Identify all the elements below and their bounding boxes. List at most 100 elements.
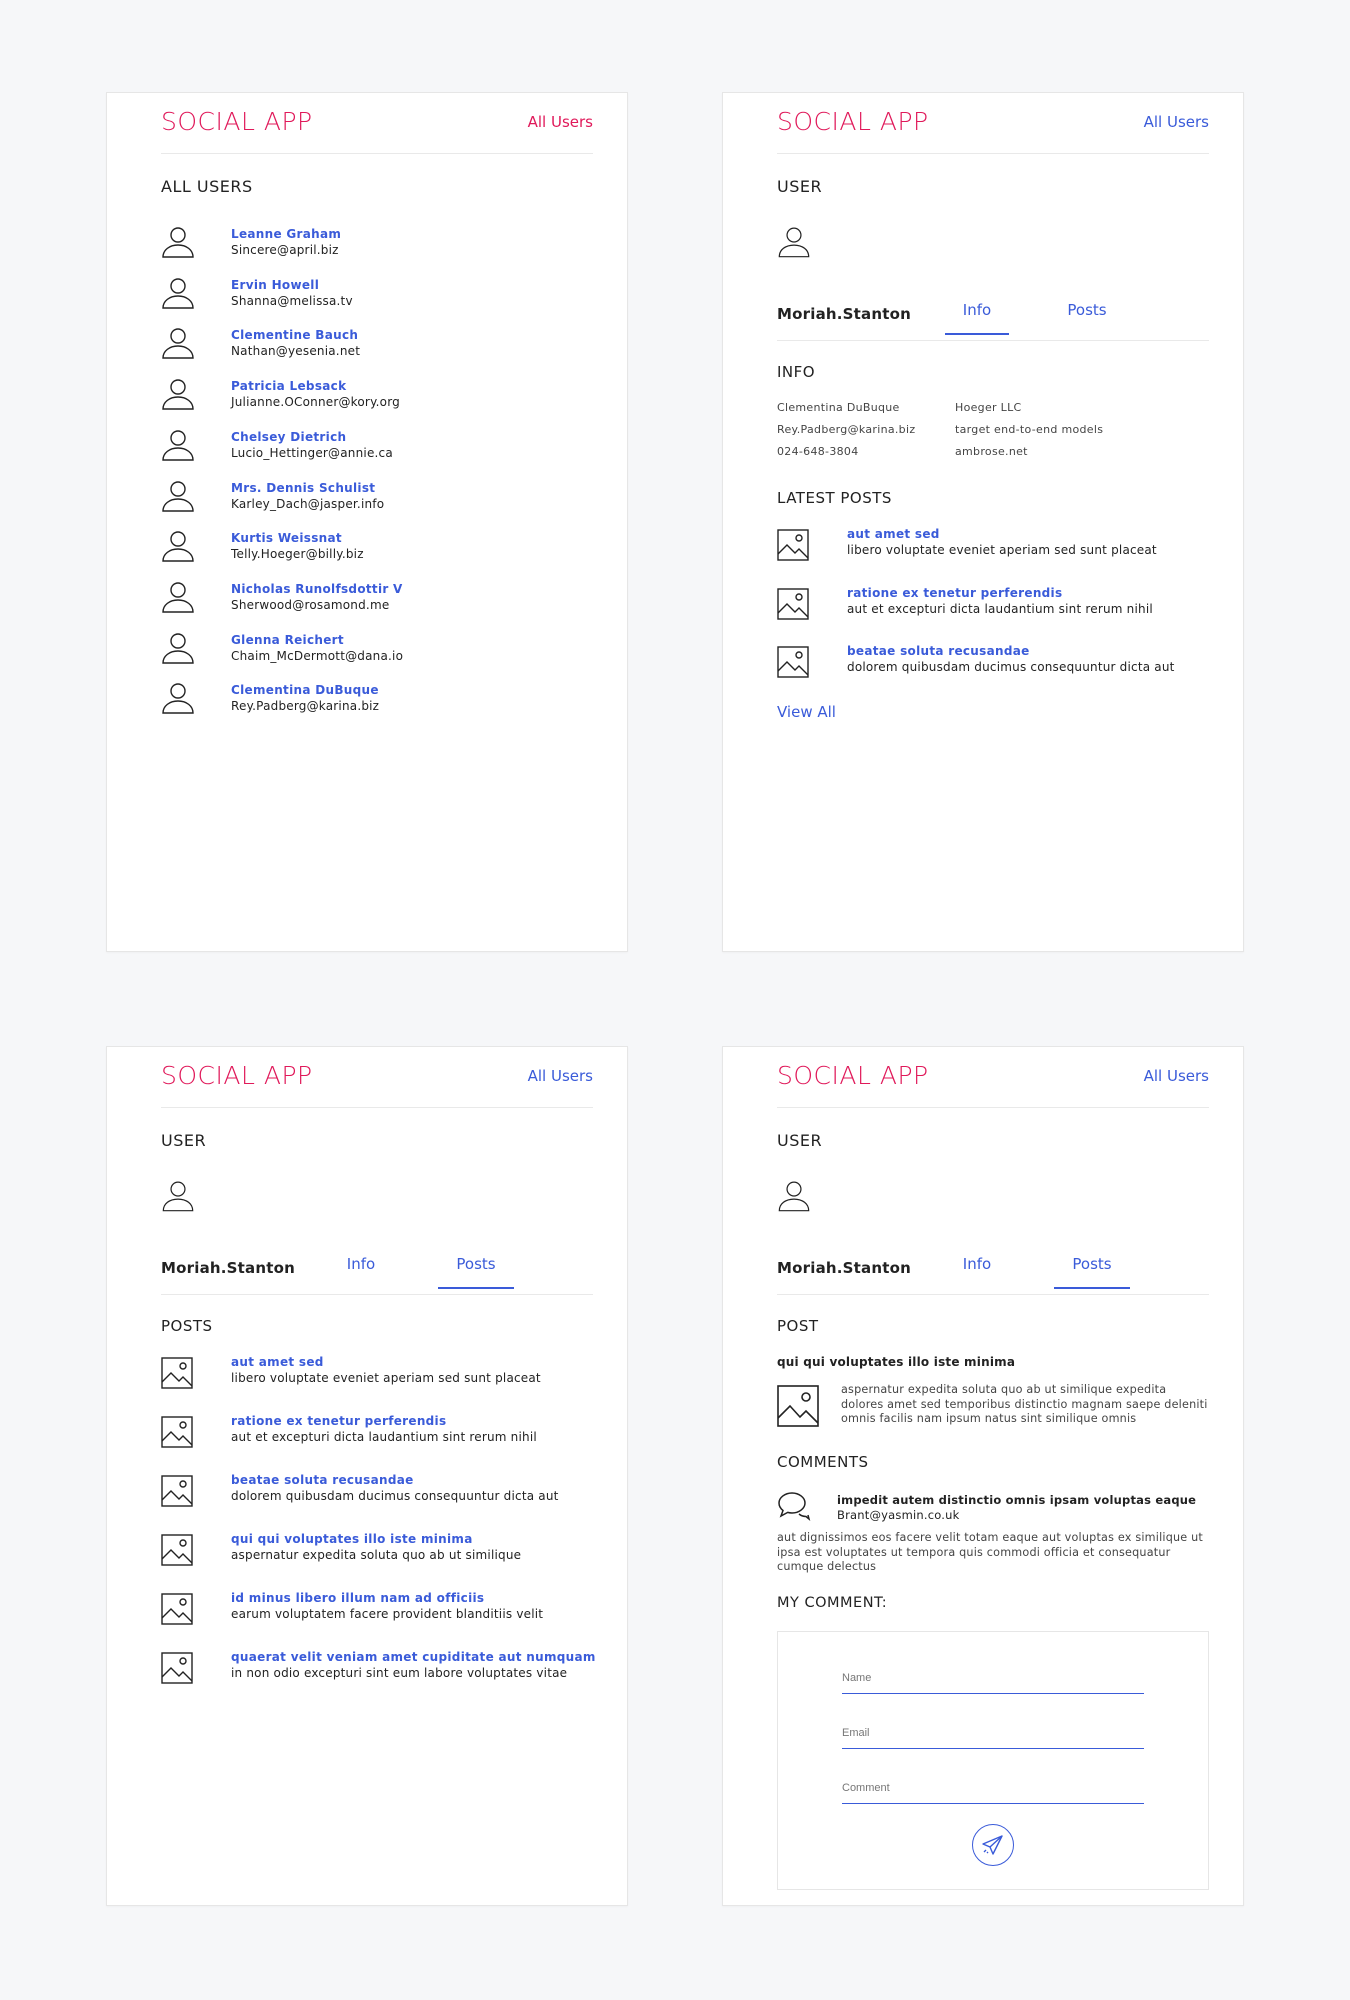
info-email: Rey.Padberg@karina.biz [777, 423, 916, 436]
user-icon [162, 531, 194, 562]
tab-posts[interactable]: Posts [1047, 301, 1127, 335]
tabs-divider [777, 340, 1209, 341]
view-all-link[interactable]: View All [777, 703, 836, 721]
post-list-item[interactable]: qui qui voluptates illo iste minima asper… [161, 1532, 601, 1578]
page-title: USER [777, 1131, 823, 1150]
post-title[interactable]: aut amet sed [847, 527, 940, 541]
user-name[interactable]: Chelsey Dietrich [231, 430, 346, 444]
name-field[interactable] [842, 1656, 1144, 1694]
user-list-item[interactable]: Patricia Lebsack Julianne.OConner@kory.or… [161, 377, 561, 417]
latest-posts-title: LATEST POSTS [777, 489, 892, 507]
brand-logo[interactable]: SOCIAL APP [161, 107, 313, 136]
tab-info[interactable]: Info [329, 1255, 393, 1289]
info-right-column: Hoeger LLC target end-to-end models ambr… [955, 397, 1103, 463]
screen-user-posts: SOCIAL APP All Users USER Moriah.Stanton… [106, 1046, 628, 1906]
post-list-item[interactable]: ratione ex tenetur perferendis aut et exc… [161, 1414, 601, 1460]
app-header: SOCIAL APP All Users [777, 1047, 1209, 1108]
user-name[interactable]: Patricia Lebsack [231, 379, 346, 393]
user-list-item[interactable]: Clementine Bauch Nathan@yesenia.net [161, 326, 561, 366]
app-header: SOCIAL APP All Users [161, 1047, 593, 1108]
post-title[interactable]: aut amet sed [231, 1355, 324, 1369]
user-name[interactable]: Ervin Howell [231, 278, 319, 292]
user-list-item[interactable]: Clementina DuBuque Rey.Padberg@karina.biz [161, 681, 561, 721]
image-icon [161, 1475, 193, 1507]
post-list-item[interactable]: beatae soluta recusandae dolorem quibusda… [777, 644, 1217, 690]
post-thumbnail [161, 1534, 193, 1570]
nav-all-users-link[interactable]: All Users [528, 1067, 593, 1085]
user-name[interactable]: Clementine Bauch [231, 328, 358, 342]
user-name[interactable]: Kurtis Weissnat [231, 531, 342, 545]
post-title[interactable]: id minus libero illum nam ad officiis [231, 1591, 484, 1605]
post-title[interactable]: ratione ex tenetur perferendis [847, 586, 1062, 600]
post-list-item[interactable]: ratione ex tenetur perferendis aut et exc… [777, 586, 1217, 632]
post-title[interactable]: ratione ex tenetur perferendis [231, 1414, 446, 1428]
comment-title: impedit autem distinctio omnis ipsam vol… [837, 1493, 1197, 1507]
post-body: dolorem quibusdam ducimus consequuntur d… [231, 1489, 559, 1503]
info-phone: 024-648-3804 [777, 445, 859, 458]
post-list-item[interactable]: id minus libero illum nam ad officiis ear… [161, 1591, 601, 1637]
tab-active-indicator [1054, 1287, 1130, 1289]
user-email: Sherwood@rosamond.me [231, 597, 390, 612]
tab-info-label: Info [346, 1255, 376, 1273]
user-email: Rey.Padberg@karina.biz [231, 699, 380, 714]
avatar [161, 377, 195, 415]
post-title[interactable]: qui qui voluptates illo iste minima [231, 1532, 473, 1546]
tab-posts[interactable]: Posts [438, 1255, 514, 1289]
comment-avatar [777, 1491, 811, 1527]
user-icon [778, 227, 810, 258]
comments-icon [778, 1492, 811, 1522]
name-field-wrapper [842, 1656, 1144, 1694]
user-name[interactable]: Mrs. Dennis Schulist [231, 481, 375, 495]
avatar [161, 428, 195, 466]
tab-active-indicator [945, 333, 1009, 335]
post-title[interactable]: quaerat velit veniam amet cupiditate aut… [231, 1650, 596, 1664]
email-field[interactable] [842, 1711, 1144, 1749]
comments-title: COMMENTS [777, 1453, 869, 1471]
nav-all-users-link[interactable]: All Users [1144, 113, 1209, 131]
tab-active-indicator [438, 1287, 514, 1289]
comment-email: Brant@yasmin.co.uk [837, 1508, 960, 1522]
user-list-item[interactable]: Leanne Graham Sincere@april.biz [161, 225, 561, 265]
comment-field-wrapper [842, 1766, 1144, 1804]
page-title: ALL USERS [161, 177, 253, 196]
user-list-item[interactable]: Mrs. Dennis Schulist Karley_Dach@jasper.i… [161, 479, 561, 519]
image-icon [777, 1385, 819, 1427]
post-heading: qui qui voluptates illo iste minima [777, 1355, 1016, 1369]
tab-posts[interactable]: Posts [1054, 1255, 1130, 1289]
user-list-item[interactable]: Kurtis Weissnat Telly.Hoeger@billy.biz [161, 529, 561, 569]
user-list-item[interactable]: Chelsey Dietrich Lucio_Hettinger@annie.ca [161, 428, 561, 468]
post-list-item[interactable]: beatae soluta recusandae dolorem quibusda… [161, 1473, 601, 1519]
post-title[interactable]: beatae soluta recusandae [231, 1473, 414, 1487]
avatar [777, 225, 811, 263]
user-icon [162, 379, 194, 410]
info-website: ambrose.net [955, 445, 1028, 458]
brand-logo[interactable]: SOCIAL APP [777, 107, 929, 136]
my-comment-title: MY COMMENT: [777, 1595, 888, 1611]
nav-all-users-link[interactable]: All Users [528, 113, 593, 131]
post-thumbnail [161, 1475, 193, 1511]
post-list-item[interactable]: aut amet sed libero voluptate eveniet ape… [777, 527, 1217, 573]
tab-info[interactable]: Info [945, 301, 1009, 335]
user-list-item[interactable]: Glenna Reichert Chaim_McDermott@dana.io [161, 631, 561, 671]
nav-all-users-link[interactable]: All Users [1144, 1067, 1209, 1085]
post-body: aut et excepturi dicta laudantium sint r… [847, 601, 1153, 616]
posts-title: POSTS [161, 1317, 213, 1335]
post-thumbnail [161, 1416, 193, 1452]
post-list-item[interactable]: quaerat velit veniam amet cupiditate aut… [161, 1650, 601, 1696]
user-name[interactable]: Glenna Reichert [231, 633, 344, 647]
brand-logo[interactable]: SOCIAL APP [161, 1061, 313, 1090]
user-list-item[interactable]: Ervin Howell Shanna@melissa.tv [161, 276, 561, 316]
user-list-item[interactable]: Nicholas Runolfsdottir V Sherwood@rosamon… [161, 580, 561, 620]
send-button[interactable] [972, 1824, 1014, 1866]
avatar [161, 681, 195, 719]
brand-logo[interactable]: SOCIAL APP [777, 1061, 929, 1090]
user-name[interactable]: Nicholas Runolfsdottir V [231, 582, 403, 596]
comment-field[interactable] [842, 1766, 1144, 1804]
tab-info[interactable]: Info [945, 1255, 1009, 1289]
user-icon [162, 227, 194, 258]
user-name[interactable]: Clementina DuBuque [231, 683, 379, 697]
user-name[interactable]: Leanne Graham [231, 227, 341, 241]
post-title[interactable]: beatae soluta recusandae [847, 644, 1030, 658]
post-body: dolorem quibusdam ducimus consequuntur d… [847, 660, 1175, 674]
post-list-item[interactable]: aut amet sed libero voluptate eveniet ape… [161, 1355, 601, 1401]
